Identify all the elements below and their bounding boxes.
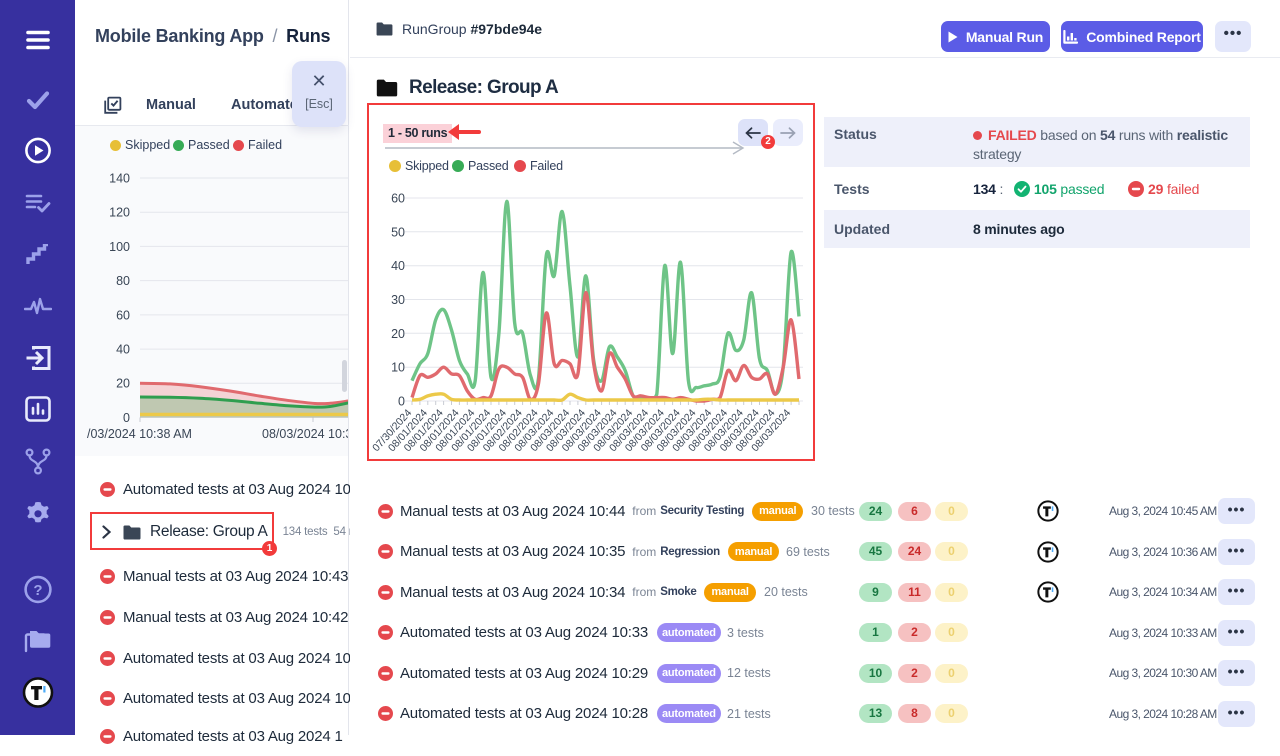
svg-text:40: 40 bbox=[116, 343, 130, 357]
svg-text:08/03/2024 10:39: 08/03/2024 10:39 bbox=[262, 427, 348, 441]
svg-text:/03/2024 10:38 AM: /03/2024 10:38 AM bbox=[87, 427, 192, 441]
svg-text:20: 20 bbox=[116, 377, 130, 391]
svg-text:20: 20 bbox=[391, 327, 405, 341]
svg-text:30: 30 bbox=[391, 293, 405, 307]
svg-text:100: 100 bbox=[109, 240, 130, 254]
svg-text:40: 40 bbox=[391, 259, 405, 273]
svg-text:10: 10 bbox=[391, 361, 405, 375]
svg-text:60: 60 bbox=[116, 308, 130, 322]
svg-text:50: 50 bbox=[391, 225, 405, 239]
svg-text:120: 120 bbox=[109, 206, 130, 220]
svg-text:80: 80 bbox=[116, 274, 130, 288]
svg-text:0: 0 bbox=[123, 411, 130, 425]
svg-text:140: 140 bbox=[109, 172, 130, 186]
svg-text:60: 60 bbox=[391, 192, 405, 206]
svg-text:0: 0 bbox=[398, 395, 405, 409]
svg-text:?: ? bbox=[33, 582, 42, 599]
